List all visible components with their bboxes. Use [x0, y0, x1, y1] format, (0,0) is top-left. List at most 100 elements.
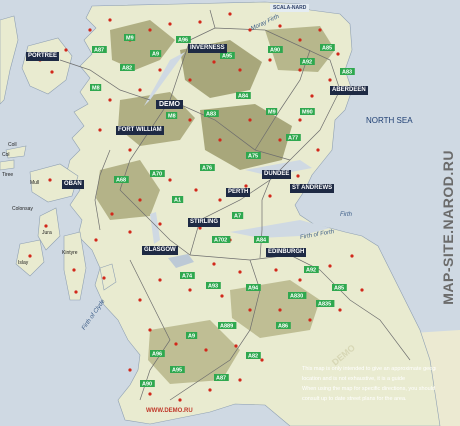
road-number-a702: A702: [212, 236, 231, 244]
svg-text:A9: A9: [152, 52, 159, 58]
road-number-a82: A82: [120, 64, 135, 72]
svg-text:A90: A90: [270, 48, 280, 54]
city-label-edinburgh[interactable]: EDINBURGH: [266, 248, 307, 257]
map-root: A9 A96 A82 A87 A95 A90 A92 A85 A84 A83 M8 M9 M90 A77 A…: [0, 0, 460, 426]
tiree-island: [0, 159, 15, 171]
town-dot: [248, 118, 252, 122]
town-dot: [298, 68, 302, 72]
city-label-inverness[interactable]: INVERNESS: [188, 44, 227, 53]
town-dot: [218, 138, 222, 142]
town-dot: [72, 268, 76, 272]
svg-text:A84: A84: [238, 94, 249, 100]
road-number-a9: A9: [150, 50, 162, 58]
town-dot: [298, 278, 302, 282]
city-label-portree[interactable]: PORTREE: [26, 52, 60, 61]
town-dot: [278, 24, 282, 28]
road-number-m8: M8: [90, 84, 102, 92]
svg-text:M90: M90: [302, 110, 313, 116]
city-label-fort-william[interactable]: FORT WILLIAM: [116, 126, 164, 135]
town-dot: [110, 212, 114, 216]
town-dot: [274, 268, 278, 272]
town-dot: [174, 342, 178, 346]
city-label-perth[interactable]: PERTH: [226, 188, 251, 197]
town-dot: [108, 18, 112, 22]
town-dot: [178, 398, 182, 402]
town-dot: [204, 348, 208, 352]
svg-text:A86: A86: [278, 324, 288, 330]
town-dot: [148, 328, 152, 332]
road-number-a68: A68: [114, 176, 129, 184]
svg-text:A96: A96: [152, 352, 162, 358]
city-label-stirling[interactable]: STIRLING: [188, 218, 220, 227]
place-label-col: Col: [2, 152, 10, 158]
svg-text:A95: A95: [172, 368, 182, 374]
town-dot: [128, 148, 132, 152]
city-label-glasgow[interactable]: GLASGOW: [142, 246, 178, 255]
road-number-a93: A93: [206, 282, 221, 290]
side-watermark: MAP-SITE.NAROD.RU: [440, 150, 456, 305]
town-dot: [98, 128, 102, 132]
svg-text:A7: A7: [234, 214, 241, 220]
road-number-m8: M8: [166, 112, 178, 120]
town-dot: [138, 88, 142, 92]
svg-text:A93: A93: [208, 284, 218, 290]
city-label-oban[interactable]: OBAN: [62, 180, 84, 189]
town-dot: [102, 276, 106, 280]
town-dot: [128, 230, 132, 234]
svg-text:A85: A85: [334, 286, 344, 292]
city-label-st-andrews[interactable]: ST ANDREWS: [290, 184, 335, 193]
svg-text:A82: A82: [248, 354, 258, 360]
town-dot: [94, 238, 98, 242]
svg-text:A83: A83: [342, 70, 352, 76]
svg-text:A92: A92: [302, 60, 312, 66]
town-dot: [338, 308, 342, 312]
firth-label-tay: Firth: [340, 212, 352, 218]
svg-text:A835: A835: [318, 302, 331, 308]
svg-text:A95: A95: [222, 54, 232, 60]
road-number-a87: A87: [214, 374, 229, 382]
town-dot: [238, 378, 242, 382]
road-number-a96: A96: [150, 350, 165, 358]
svg-text:M8: M8: [92, 86, 100, 92]
road-number-a85: A85: [320, 44, 335, 52]
place-label-coll: Coll: [8, 142, 17, 148]
map-canvas[interactable]: A9 A96 A82 A87 A95 A90 A92 A85 A84 A83 M8 M9 M90 A77 A…: [0, 0, 460, 426]
town-dot: [318, 28, 322, 32]
town-dot: [138, 298, 142, 302]
road-number-m90: M90: [300, 108, 315, 116]
sea-label-north-sea: NORTH SEA: [366, 116, 413, 125]
road-number-m9: M9: [124, 34, 136, 42]
road-number-a77: A77: [286, 134, 301, 142]
town-dot: [148, 392, 152, 396]
town-dot: [360, 288, 364, 292]
town-dot: [350, 254, 354, 258]
town-dot: [158, 68, 162, 72]
disclaimer-line-2: location and is not exhaustive, it is a …: [302, 376, 406, 382]
place-label-kintyre: Kintyre: [62, 250, 78, 256]
svg-text:A82: A82: [122, 66, 132, 72]
road-number-a76: A76: [200, 164, 215, 172]
town-dot: [278, 138, 282, 142]
town-dot: [278, 308, 282, 312]
place-label-jura: Jura: [42, 230, 52, 236]
road-number-a83: A83: [204, 110, 219, 118]
town-dot: [198, 20, 202, 24]
road-number-a835: A835: [316, 300, 335, 308]
svg-text:A94: A94: [248, 286, 259, 292]
town-dot: [138, 198, 142, 202]
town-dot: [220, 294, 224, 298]
town-dot: [336, 52, 340, 56]
svg-text:A92: A92: [306, 268, 316, 274]
city-label-dundee[interactable]: DUNDEE: [262, 170, 292, 179]
town-dot: [64, 48, 68, 52]
svg-text:A90: A90: [142, 382, 152, 388]
town-dot: [218, 198, 222, 202]
svg-text:A68: A68: [116, 178, 126, 184]
road-number-a85: A85: [332, 284, 347, 292]
road-number-a83: A83: [340, 68, 355, 76]
top-box-label: SCALA-NARD: [270, 4, 310, 12]
town-dot: [212, 60, 216, 64]
town-dot: [108, 98, 112, 102]
city-label-aberdeen[interactable]: ABERDEEN: [330, 86, 368, 95]
town-dot: [238, 68, 242, 72]
